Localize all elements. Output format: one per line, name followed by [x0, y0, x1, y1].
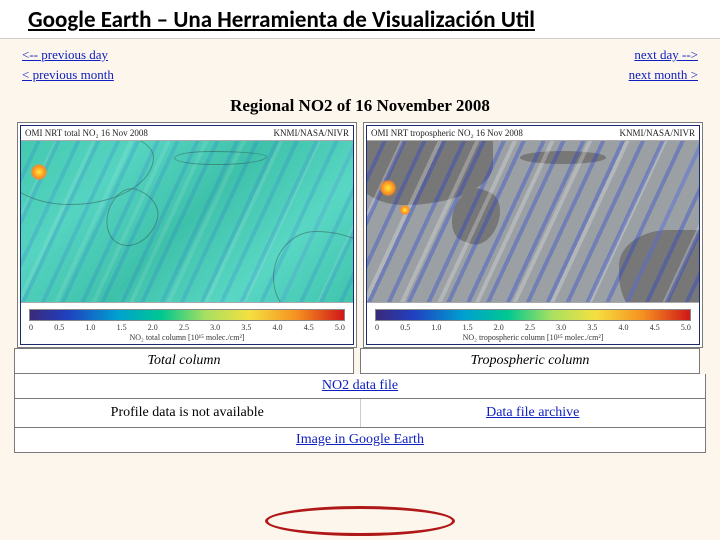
- profile-na-text: Profile data is not available: [15, 399, 360, 427]
- map-right-credit: KNMI/NASA/NIVR: [619, 128, 695, 138]
- colorbar-right: [375, 309, 691, 321]
- colorbar-left-ticks: 00.51.01.52.02.53.03.54.04.55.0: [21, 323, 353, 333]
- map-left-credit: KNMI/NASA/NIVR: [273, 128, 349, 138]
- row-google-earth: Image in Google Earth: [14, 428, 706, 453]
- map-total-column: OMI NRT total NO₂ 16 Nov 2008 KNMI/NASA/…: [17, 122, 357, 348]
- chart-title: Regional NO2 of 16 November 2008: [0, 86, 720, 122]
- map-left-header: OMI NRT total NO₂ 16 Nov 2008: [25, 128, 148, 138]
- map-right-header: OMI NRT tropospheric NO₂ 16 Nov 2008: [371, 128, 523, 138]
- nav-links: <-- previous day < previous month next d…: [0, 39, 720, 86]
- axis-label-left: NO₂ total column [10¹⁵ molec./cm²]: [21, 333, 353, 344]
- colorbar-right-ticks: 00.51.01.52.02.53.03.54.04.55.0: [367, 323, 699, 333]
- no2-data-file-link[interactable]: NO2 data file: [322, 378, 398, 393]
- google-earth-link[interactable]: Image in Google Earth: [296, 432, 424, 447]
- caption-tropo: Tropospheric column: [360, 348, 700, 374]
- prev-month-link[interactable]: < previous month: [22, 65, 114, 85]
- map-right-canvas: [367, 140, 699, 303]
- row-no2-file: NO2 data file: [14, 374, 706, 399]
- prev-day-link[interactable]: <-- previous day: [22, 45, 114, 65]
- next-month-link[interactable]: next month >: [629, 65, 698, 85]
- map-left-canvas: [21, 140, 353, 303]
- map-tropospheric-column: OMI NRT tropospheric NO₂ 16 Nov 2008 KNM…: [363, 122, 703, 348]
- slide-title: Google Earth – Una Herramienta de Visual…: [0, 0, 720, 39]
- data-archive-link[interactable]: Data file archive: [486, 405, 579, 420]
- axis-label-right: NO₂ tropospheric column [10¹⁵ molec./cm²…: [367, 333, 699, 344]
- next-day-link[interactable]: next day -->: [629, 45, 698, 65]
- highlight-ellipse: [265, 506, 455, 536]
- colorbar-left: [29, 309, 345, 321]
- caption-total: Total column: [14, 348, 354, 374]
